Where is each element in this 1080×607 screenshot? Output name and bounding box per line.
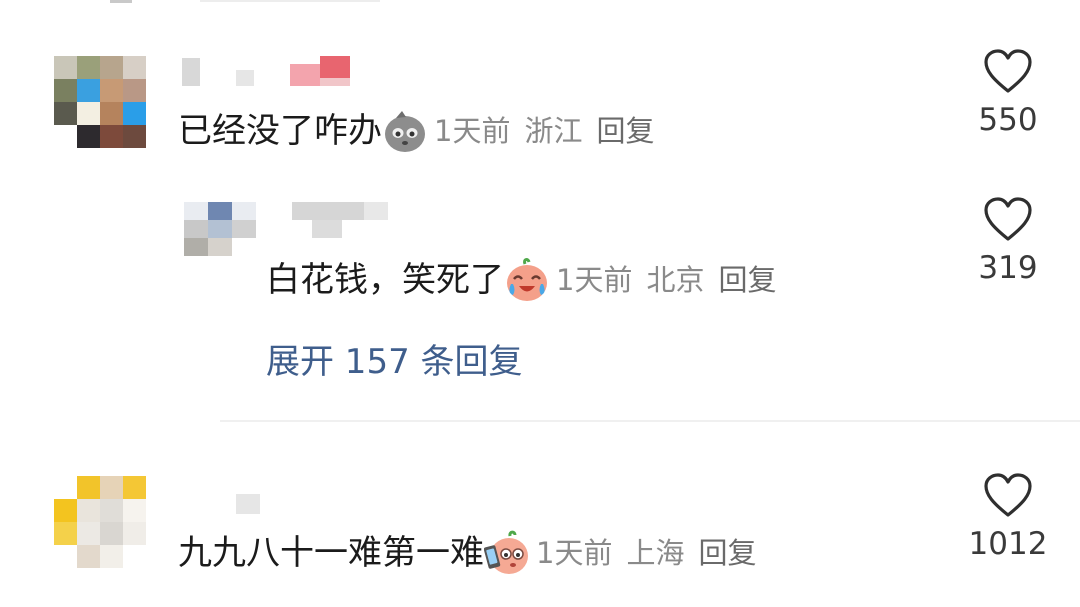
comment-meta: 1天前 上海 回复	[536, 531, 756, 575]
top-edge-fragment	[200, 0, 380, 2]
comment-text: 已经没了咋办	[178, 111, 382, 151]
comment-body: 九九八十一难第一难 1天前 上海 回复	[178, 530, 756, 576]
comment-text: 九九八十一难第一难	[178, 533, 484, 573]
reply-button[interactable]: 回复	[718, 258, 776, 302]
reply-button[interactable]: 回复	[698, 531, 756, 575]
comment-meta: 1天前 浙江 回复	[434, 109, 654, 153]
top-edge-fragment	[110, 0, 132, 3]
avatar[interactable]	[184, 202, 256, 256]
divider	[220, 420, 1080, 422]
sad-face-emoji	[382, 108, 428, 154]
avatar[interactable]	[54, 476, 146, 568]
like-button[interactable]: 319	[953, 196, 1063, 286]
comment-time: 1天前	[536, 536, 613, 570]
comment-time: 1天前	[434, 114, 511, 148]
username-pixelated[interactable]	[178, 56, 368, 90]
comment-location: 浙江	[524, 114, 583, 148]
reply-time: 1天前	[556, 263, 633, 297]
reply-body: 白花钱，笑死了 1天前 北京 回复	[266, 257, 776, 303]
like-button[interactable]: 1012	[953, 472, 1063, 562]
laughing-crying-emoji	[504, 257, 550, 303]
heart-icon	[984, 197, 1032, 241]
comment-location: 上海	[626, 536, 685, 570]
like-count: 550	[978, 102, 1038, 138]
reply-location: 北京	[646, 263, 705, 297]
avatar[interactable]	[54, 56, 146, 148]
phone-crying-emoji	[483, 530, 530, 576]
username-pixelated[interactable]	[236, 494, 260, 514]
heart-icon	[984, 49, 1032, 93]
expand-replies-link[interactable]: 展开 157 条回复	[266, 334, 523, 383]
heart-icon	[984, 473, 1032, 517]
reply-button[interactable]: 回复	[596, 109, 654, 153]
username-pixelated[interactable]	[292, 202, 388, 242]
like-count: 319	[978, 250, 1038, 286]
reply-text: 白花钱，笑死了	[266, 260, 504, 300]
reply-meta: 1天前 北京 回复	[556, 258, 776, 302]
like-count: 1012	[968, 526, 1048, 562]
comment-body: 已经没了咋办 1天前 浙江 回复	[178, 108, 654, 154]
like-button[interactable]: 550	[953, 48, 1063, 138]
